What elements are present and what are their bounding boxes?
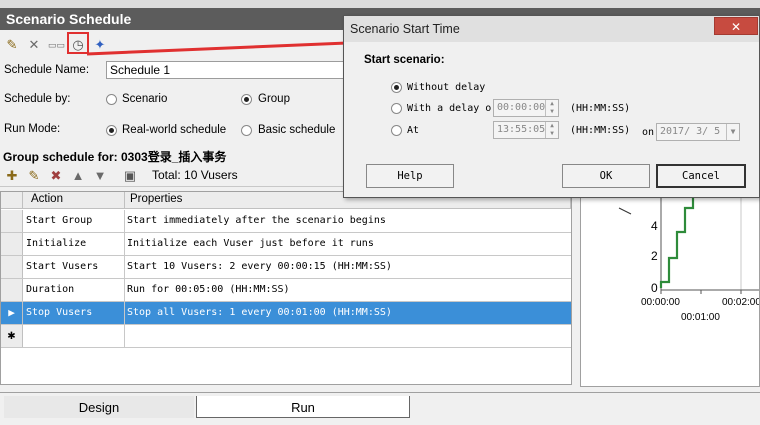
graph-x-tick-label: 00:02:00 — [722, 297, 759, 308]
new-row-marker[interactable]: ✱ — [1, 325, 23, 347]
cancel-button[interactable]: Cancel — [656, 164, 746, 188]
schedule-by-scenario-label: Scenario — [122, 93, 168, 105]
delay-spinner[interactable]: ▲ ▼ — [545, 100, 558, 116]
delay-unit-label: (HH:MM:SS) — [570, 103, 631, 114]
schedule-by-group-label: Group — [258, 93, 290, 105]
delete-action-icon[interactable]: ✖ — [48, 168, 64, 184]
date-value: 2017/ 3/ 5 — [660, 126, 721, 137]
rename-icon[interactable]: ▭▭ — [48, 37, 65, 53]
at-time-value: 13:55:05 — [497, 124, 546, 135]
dialog-title: Scenario Start Time — [350, 22, 460, 36]
schedule-name-label: Schedule Name: — [4, 64, 90, 76]
at-time-spinner[interactable]: ▲ ▼ — [545, 122, 558, 138]
date-picker[interactable]: 2017/ 3/ 5 ▼ — [656, 123, 740, 141]
schedule-by-label: Schedule by: — [4, 93, 71, 105]
run-mode-basic-radio[interactable] — [241, 125, 252, 136]
on-label: on — [642, 127, 655, 138]
delay-time-field[interactable]: 00:00:00 ▲ ▼ — [493, 99, 559, 117]
move-up-icon[interactable]: ▲ — [70, 168, 86, 184]
with-delay-radio[interactable] — [391, 103, 402, 114]
copy-schedule-icon[interactable]: ▣ — [122, 168, 138, 184]
properties-cell[interactable]: Run for 00:05:00 (HH:MM:SS) — [125, 279, 571, 301]
move-down-icon[interactable]: ▼ — [92, 168, 108, 184]
grid-corner-header — [1, 192, 23, 209]
without-delay-label: Without delay — [407, 82, 486, 93]
chevron-down-icon[interactable]: ▼ — [726, 124, 739, 140]
run-mode-realworld-label: Real-world schedule — [122, 124, 227, 136]
row-selector[interactable] — [1, 256, 23, 278]
table-row-selected[interactable]: ▶ Stop Vusers Stop all Vusers: 1 every 0… — [1, 302, 571, 325]
properties-cell[interactable]: Stop all Vusers: 1 every 00:01:00 (HH:MM… — [125, 302, 571, 324]
at-label: At — [407, 125, 420, 136]
properties-cell[interactable] — [125, 325, 571, 347]
graph-leader-line — [618, 207, 632, 215]
schedule-name-input[interactable]: Schedule 1 — [106, 61, 346, 79]
delay-time-value: 00:00:00 — [497, 102, 546, 113]
window-top-strip — [0, 0, 760, 8]
help-button[interactable]: Help — [366, 164, 454, 188]
graph-x-tick-label: 00:00:00 — [641, 297, 680, 308]
total-vusers-label: Total: 10 Vusers — [152, 168, 238, 182]
new-schedule-icon[interactable]: ✎ — [4, 37, 20, 53]
properties-cell[interactable]: Start 10 Vusers: 2 every 00:00:15 (HH:MM… — [125, 256, 571, 278]
tab-design[interactable]: Design — [4, 396, 194, 418]
table-row[interactable]: Duration Run for 00:05:00 (HH:MM:SS) — [1, 279, 571, 302]
without-delay-radio[interactable] — [391, 82, 402, 93]
close-icon[interactable]: ✕ — [714, 17, 758, 35]
action-cell[interactable]: Stop Vusers — [23, 302, 125, 324]
action-cell[interactable]: Duration — [23, 279, 125, 301]
start-scenario-heading: Start scenario: — [364, 54, 445, 66]
run-mode-realworld-radio[interactable] — [106, 125, 117, 136]
row-selector[interactable] — [1, 279, 23, 301]
run-mode-basic-label: Basic schedule — [258, 124, 336, 136]
tab-run[interactable]: Run — [196, 396, 410, 418]
graph-y-tick-label: 0 — [651, 281, 658, 295]
action-cell[interactable]: Start Group — [23, 210, 125, 232]
row-selector[interactable] — [1, 233, 23, 255]
schedule-graph-canvas: 4 2 0 00:00:00 00:01:00 00:02:00 — [618, 196, 760, 323]
graph-y-tick-label: 4 — [651, 219, 658, 233]
row-selector[interactable] — [1, 210, 23, 232]
action-cell[interactable]: Start Vusers — [23, 256, 125, 278]
with-delay-label: With a delay o — [407, 103, 492, 114]
table-row[interactable]: Start Group Start immediately after the … — [1, 210, 571, 233]
schedule-actions-grid: Action Properties Start Group Start imme… — [0, 191, 572, 385]
table-row[interactable]: Initialize Initialize each Vuser just be… — [1, 233, 571, 256]
group-schedule-header: Group schedule for: 0303登录_插入事务 — [3, 150, 227, 164]
edit-action-icon[interactable]: ✎ — [26, 168, 42, 184]
properties-cell[interactable]: Initialize each Vuser just before it run… — [125, 233, 571, 255]
action-cell[interactable]: Initialize — [23, 233, 125, 255]
ok-button[interactable]: OK — [562, 164, 650, 188]
graph-vusers-line — [659, 196, 695, 288]
schedule-by-scenario-radio[interactable] — [106, 94, 117, 105]
add-action-icon[interactable]: ✚ — [4, 168, 20, 184]
graph-y-tick-label: 2 — [651, 249, 658, 263]
run-mode-label: Run Mode: — [4, 123, 61, 135]
graph-x-tick-label: 00:01:00 — [681, 312, 720, 323]
at-radio[interactable] — [391, 125, 402, 136]
schedule-by-group-radio[interactable] — [241, 94, 252, 105]
table-row[interactable]: Start Vusers Start 10 Vusers: 2 every 00… — [1, 256, 571, 279]
at-time-field[interactable]: 13:55:05 ▲ ▼ — [493, 121, 559, 139]
selected-row-marker[interactable]: ▶ — [1, 302, 23, 324]
column-header-action[interactable]: Action — [23, 192, 125, 209]
properties-cell[interactable]: Start immediately after the scenario beg… — [125, 210, 571, 232]
annotation-arrow — [86, 34, 369, 56]
delete-icon[interactable]: ✕ — [26, 37, 42, 53]
at-unit-label: (HH:MM:SS) — [570, 125, 631, 136]
schedule-graph: 4 2 0 00:00:00 00:01:00 00:02:00 — [580, 191, 760, 387]
action-cell[interactable] — [23, 325, 125, 347]
new-row[interactable]: ✱ — [1, 325, 571, 348]
